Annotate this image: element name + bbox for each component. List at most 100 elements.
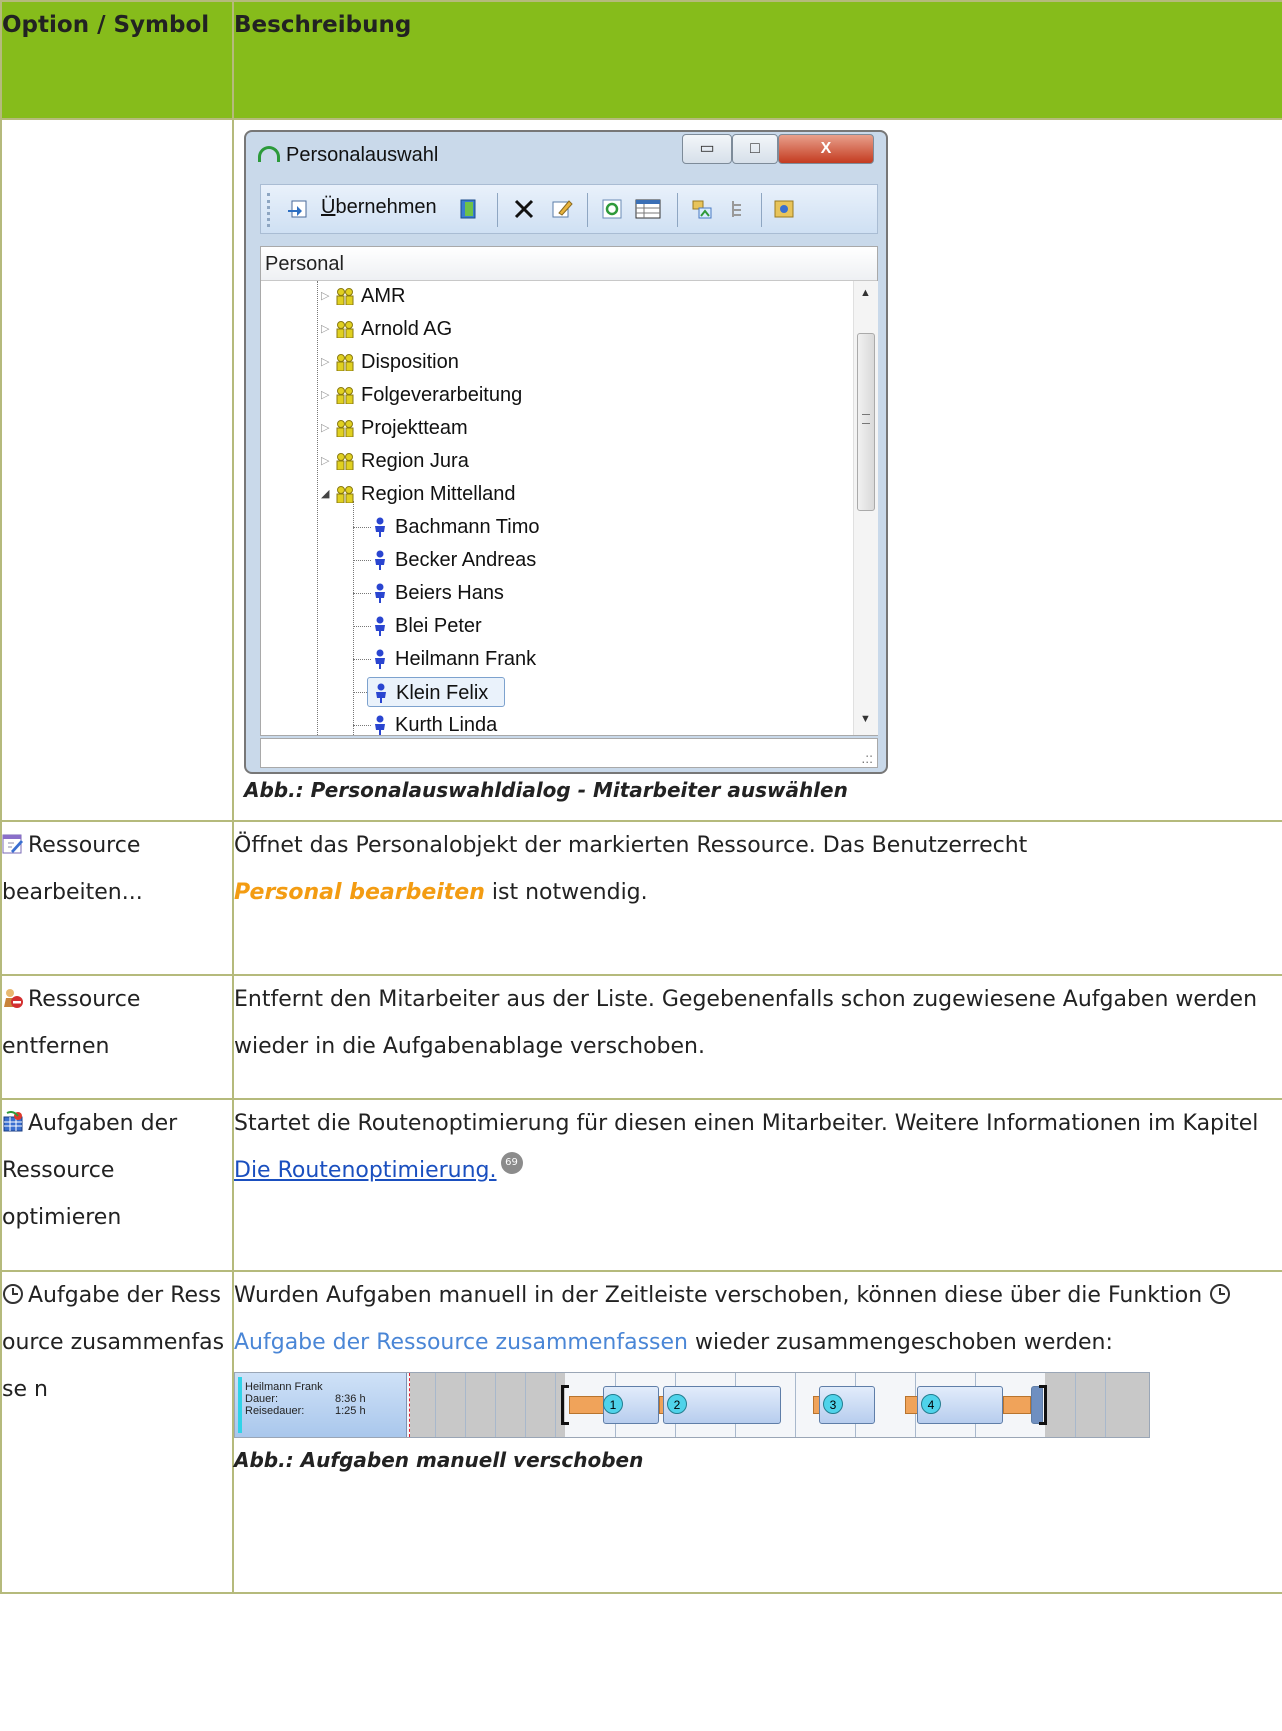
table-row: Aufgaben der Ressource optimieren Starte… [0, 1098, 1282, 1272]
tree-connector [353, 692, 367, 693]
tree-group-disposition[interactable]: ▷ Disposition [321, 347, 459, 377]
empty-option-cell [0, 118, 234, 822]
remove-resource-icon [4, 989, 23, 1008]
edit-resource-icon [2, 834, 23, 854]
tree-person-item[interactable]: Kurth Linda [375, 710, 497, 735]
timeline-off-hours [1045, 1373, 1149, 1437]
delete-icon[interactable] [513, 198, 535, 220]
timeline-task-number: 3 [823, 1394, 843, 1414]
description-text: Öffnet das Personalobjekt der markierten… [234, 833, 1028, 858]
accept-arrow-icon[interactable] [287, 198, 309, 220]
expand-arrow-icon[interactable]: ▷ [321, 446, 329, 476]
option-cell: Aufgaben der Ressource optimieren [0, 1098, 234, 1272]
timeline-dauer: Dauer: 8:36 h [245, 1393, 406, 1405]
timeline-gridline [1105, 1373, 1106, 1437]
dialog-toolbar: Übernehmen [260, 184, 878, 234]
description-text: wieder zusammengeschoben werden: [694, 1330, 1113, 1355]
scroll-thumb[interactable] [857, 333, 875, 511]
timeline-start-bracket [561, 1385, 569, 1425]
close-button[interactable]: X [778, 134, 874, 164]
dauer-value: 8:36 h [335, 1393, 366, 1405]
option-label: Aufgabe der Ressource zusammenfasse n [2, 1283, 225, 1402]
tree-group-arnold[interactable]: ▷ Arnold AG [321, 314, 452, 344]
tree-person-item[interactable]: Bachmann Timo [375, 512, 540, 542]
description-text: Startet die Routenoptimierung für diesen… [234, 1111, 1259, 1136]
exit-door-icon[interactable] [457, 198, 479, 220]
scroll-down-icon[interactable]: ▼ [860, 713, 871, 725]
routenoptimierung-link[interactable]: Die Routenoptimierung. [234, 1158, 497, 1183]
edit-icon[interactable] [551, 198, 573, 220]
table-view-icon[interactable] [635, 198, 661, 220]
tree-group-region-jura[interactable]: ▷ Region Jura [321, 446, 469, 476]
tree-person-item[interactable]: Blei Peter [375, 611, 482, 641]
personal-tree: ▷ AMR ▷ Arnold AG ▷ Disposition ▷ Folgeverar… [261, 281, 851, 735]
timeline-task-number: 4 [921, 1394, 941, 1414]
person-icon [376, 683, 386, 703]
reisedauer-label: Reisedauer: [245, 1405, 305, 1417]
tree-group-label: AMR [361, 285, 406, 307]
tree-person-label: Bachmann Timo [395, 516, 540, 538]
table-row: Ressource bearbeiten... Öffnet das Perso… [0, 820, 1282, 976]
timeline-gridline [435, 1373, 436, 1437]
description-text: Entfernt den Mitarbeiter aus der Liste. … [234, 987, 1258, 1059]
expand-arrow-icon[interactable]: ▷ [321, 347, 329, 377]
timeline-resource-label[interactable]: Heilmann Frank Dauer: 8:36 h Reisedauer: 1… [235, 1373, 407, 1437]
clock-icon [3, 1284, 23, 1304]
tree-connector [353, 501, 354, 735]
tree-group-amr[interactable]: ▷ AMR [321, 281, 406, 311]
tree-collapse-icon[interactable] [727, 198, 749, 220]
tree-person-label: Heilmann Frank [395, 648, 537, 670]
header-option-symbol: Option / Symbol [0, 0, 234, 120]
page-reference-badge[interactable]: 69 [500, 1152, 523, 1174]
group-icon [336, 321, 354, 338]
resize-grip-icon[interactable]: .:: [861, 750, 873, 766]
tree-expand-icon[interactable] [691, 198, 713, 220]
expand-arrow-icon[interactable]: ▷ [321, 281, 329, 311]
tree-group-projektteam[interactable]: ▷ Projektteam [321, 413, 468, 443]
dialog-cell: Personalauswahl ▭ □ X Übernehmen Persona… [232, 118, 1282, 822]
collapse-arrow-icon[interactable]: ◢ [321, 479, 329, 509]
description-text: ist notwendig. [491, 880, 648, 905]
tree-person-item[interactable]: Beiers Hans [375, 578, 504, 608]
options-table: Option / Symbol Beschreibung Personalaus… [0, 0, 1282, 1594]
function-name: Aufgabe der Ressource zusammenfassen [234, 1330, 688, 1355]
tree-group-folgeverarbeitung[interactable]: ▷ Folgeverarbeitung [321, 380, 522, 410]
tree-group-label: Projektteam [361, 417, 468, 439]
timeline-gridline [525, 1373, 526, 1437]
tree-group-region-mittelland[interactable]: ◢ Region Mittelland [321, 479, 516, 509]
group-icon [336, 486, 354, 503]
tree-person-item-selected[interactable]: Klein Felix [367, 677, 505, 707]
scroll-grip-icon [862, 414, 870, 424]
tree-connector [353, 527, 371, 528]
user-right-keyword: Personal bearbeiten [234, 880, 485, 905]
expand-arrow-icon[interactable]: ▷ [321, 413, 329, 443]
table-row: Ressource entfernen Entfernt den Mitarbe… [0, 974, 1282, 1100]
scroll-up-icon[interactable]: ▲ [860, 287, 871, 299]
person-icon [375, 715, 385, 735]
tree-person-label: Blei Peter [395, 615, 482, 637]
vertical-scrollbar[interactable]: ▲ ▼ [853, 281, 878, 735]
clock-icon [1210, 1284, 1231, 1304]
accept-button-label: bernehmen [335, 196, 437, 218]
toolbar-grip [267, 193, 273, 227]
minimize-button[interactable]: ▭ [682, 134, 732, 164]
maximize-button[interactable]: □ [732, 134, 778, 164]
timeline-gridline [465, 1373, 466, 1437]
list-column-header[interactable]: Personal [261, 247, 877, 281]
toolbar-separator [677, 193, 678, 227]
refresh-icon[interactable] [601, 198, 623, 220]
new-item-icon[interactable] [773, 198, 795, 220]
accept-button[interactable]: Übernehmen [321, 196, 437, 219]
tree-person-item[interactable]: Becker Andreas [375, 545, 536, 575]
timeline-task-number: 1 [603, 1394, 623, 1414]
description-cell: Startet die Routenoptimierung für diesen… [232, 1098, 1282, 1272]
dauer-label: Dauer: [245, 1393, 279, 1405]
expand-arrow-icon[interactable]: ▷ [321, 380, 329, 410]
expand-arrow-icon[interactable]: ▷ [321, 314, 329, 344]
tree-person-item[interactable]: Heilmann Frank [375, 644, 536, 674]
tree-connector [317, 281, 318, 735]
table-row: Aufgabe der Ressource zusammenfasse n Wu… [0, 1270, 1282, 1594]
timeline-resource-marker [238, 1377, 242, 1433]
caption-aufgaben-verschoben: Abb.: Aufgaben manuell verschoben [234, 1448, 644, 1472]
tree-group-label: Region Mittelland [361, 483, 516, 505]
